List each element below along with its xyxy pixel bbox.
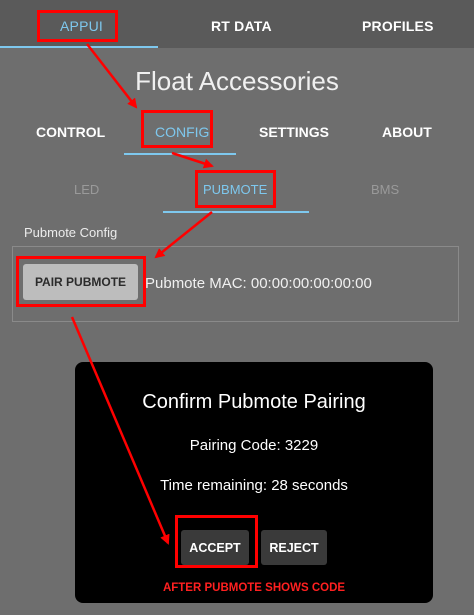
arrow-pair-to-accept [70, 316, 170, 545]
arrow-appui-to-config [86, 43, 138, 109]
arrow-config-to-pubmote [171, 151, 214, 169]
annotation-arrows [70, 43, 214, 545]
arrow-pubmote-to-pair [154, 211, 213, 259]
